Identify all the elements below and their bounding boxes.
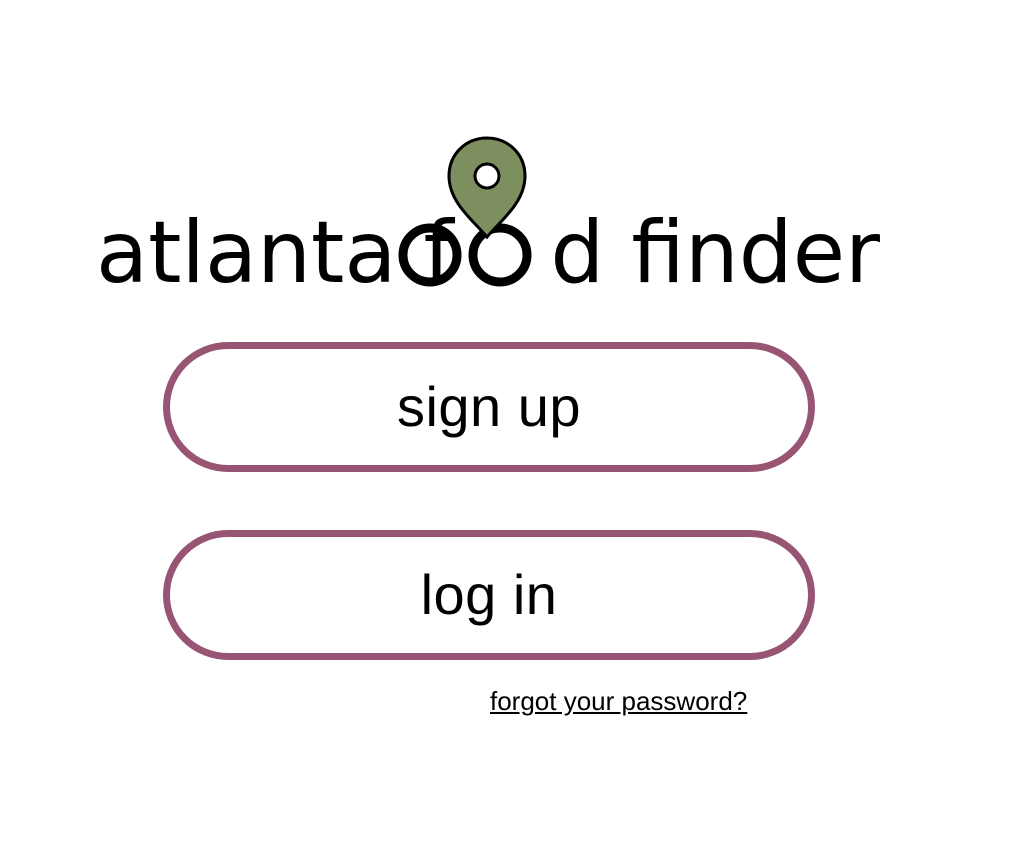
sign-up-label: sign up (396, 375, 582, 438)
log-in-button[interactable]: log in (163, 530, 815, 660)
app-logo: atlanta fd finder (96, 135, 881, 303)
sign-up-button[interactable]: sign up (163, 342, 815, 472)
log-in-label: log in (420, 563, 558, 626)
app-logo-graphic: atlanta fd finder (96, 136, 881, 303)
location-pin-icon (447, 136, 527, 240)
forgot-password-link[interactable]: forgot your password? (490, 686, 747, 717)
